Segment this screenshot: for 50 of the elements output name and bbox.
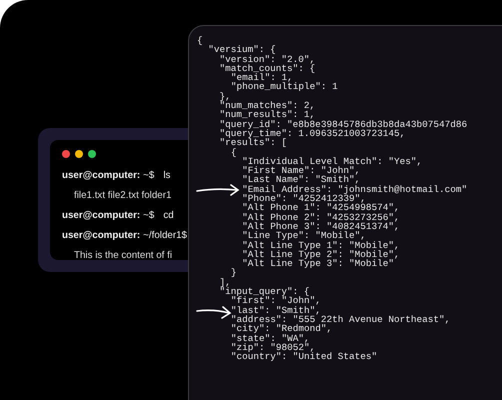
code-line: "Alt Line Type 1": "Mobile", [242,240,400,250]
code-line: "First Name": "John", [242,166,360,176]
code-line: "Phone": "4252412339", [242,194,366,204]
code-line: "phone_multiple": 1 [230,82,338,92]
code-line: ], [220,278,231,288]
code-line: "versium": { [208,45,276,55]
code-line: "city": "Redmond", [230,324,332,334]
code-line: "Line Type": "Mobile", [242,231,366,241]
prompt-path: ~$ [143,210,154,220]
terminal-command: cd [163,210,174,220]
code-line: "num_results": 1, [220,110,316,120]
code-line: "Alt Phone 3": "4082451374", [242,222,400,232]
code-line: "state": "WA", [230,334,310,343]
code-line: "version": "2.0", [220,54,316,64]
code-line: { [230,148,236,157]
prompt-path: ~/folder1$ [143,230,188,240]
code-line: "country": "United States" [230,352,378,362]
code-line: "Alt Phone 2": "4253273256", [242,212,400,222]
code-line: "first": "John", [230,296,321,306]
code-line: "results": [ [220,138,288,148]
minimize-dot[interactable] [75,150,83,158]
code-line: } [230,268,236,278]
terminal-output: This is the content of fi [74,250,172,260]
code-line: "input_query": { [220,287,310,296]
code-line: "last": "Smith", [230,306,321,315]
close-dot[interactable] [62,150,70,158]
code-line: "num_matches": 2, [220,101,316,110]
code-line: "Alt Phone 1": "4254998574", [242,203,400,213]
code-line: "Individual Level Match": "Yes", [242,156,422,166]
prompt-user: user@computer: [62,230,140,240]
arrow-icon [196,306,232,320]
maximize-dot[interactable] [88,150,96,158]
code-line: "query_id": "e8b8e39845786db3b8da43b07547d86 [220,120,468,129]
code-line: "address": "555 22th Avenue Northeast", [230,314,450,324]
terminal-command: ls [163,170,170,180]
code-line: "Last Name": "Smith", [242,175,360,185]
code-line: "Email Address": "johnsmith@hotmail.com" [242,184,468,194]
prompt-path: ~$ [143,170,154,180]
terminal-output: file1.txt file2.txt folder1 [74,190,172,200]
code-line: }, [220,92,231,102]
code-line: "match_counts": { [220,64,316,74]
code-line: { [197,36,203,46]
code-line: "Alt Line Type 3": "Mobile" [242,259,394,268]
code-line: "Alt Line Type 2": "Mobile", [242,250,400,260]
prompt-user: user@computer: [62,210,140,220]
code-line: "zip": "98052", [230,342,316,352]
prompt-user: user@computer: [62,170,140,180]
arrow-icon [196,184,240,196]
code-line: "email": 1, [230,73,293,82]
code-line: "query_time": 1.0963521003723145, [220,128,406,138]
